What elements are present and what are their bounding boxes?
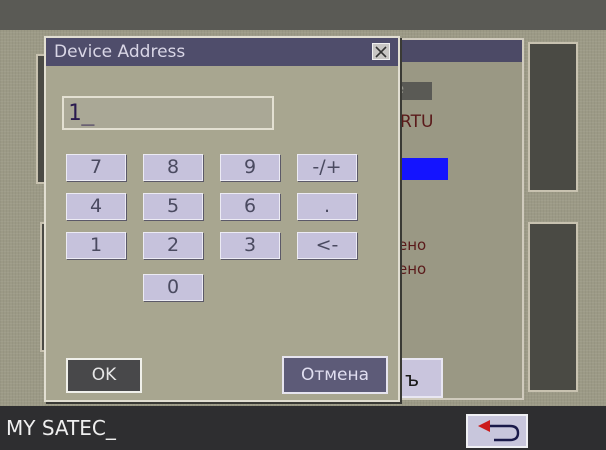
dialog-title: Device Address [54, 42, 186, 62]
close-icon [375, 46, 387, 58]
key-backspace[interactable]: <- [297, 232, 357, 259]
back-arrow-icon [478, 420, 520, 442]
key-1[interactable]: 1 [66, 232, 126, 259]
key-0[interactable]: 0 [143, 274, 203, 301]
ok-button[interactable]: OK [66, 358, 142, 393]
close-button[interactable] [372, 43, 390, 60]
key-2[interactable]: 2 [143, 232, 203, 259]
key-9[interactable]: 9 [220, 154, 280, 181]
back-button[interactable] [466, 414, 528, 448]
key-3[interactable]: 3 [220, 232, 280, 259]
device-address-dialog: Device Address 1_ 7 8 9 -/+ 4 5 6 . 1 2 … [44, 36, 400, 402]
status-text-1: ено [398, 236, 427, 254]
key-sign[interactable]: -/+ [297, 154, 357, 181]
dialog-titlebar: Device Address [46, 38, 398, 66]
key-8[interactable]: 8 [143, 154, 203, 181]
background-panel-right-top [528, 42, 578, 192]
cancel-button[interactable]: Отмена [282, 356, 388, 394]
address-input[interactable]: 1_ [62, 96, 274, 130]
address-input-value: 1_ [68, 101, 95, 126]
status-bar: MY SATEC_ [0, 406, 606, 450]
background-action-button[interactable]: ъ [397, 358, 443, 398]
background-panel-right-bottom [528, 222, 578, 392]
protocol-text: RTU [400, 112, 434, 132]
selected-field-highlight[interactable] [400, 158, 448, 180]
device-name: MY SATEC_ [6, 416, 116, 440]
key-6[interactable]: 6 [220, 193, 280, 220]
app-titlebar [0, 0, 606, 30]
key-4[interactable]: 4 [66, 193, 126, 220]
key-decimal[interactable]: . [297, 193, 357, 220]
key-5[interactable]: 5 [143, 193, 203, 220]
key-7[interactable]: 7 [66, 154, 126, 181]
status-text-2: ено [398, 260, 427, 278]
device-screen: e RTU ено ено ъ Device Address 1_ 7 8 9 … [0, 0, 606, 450]
